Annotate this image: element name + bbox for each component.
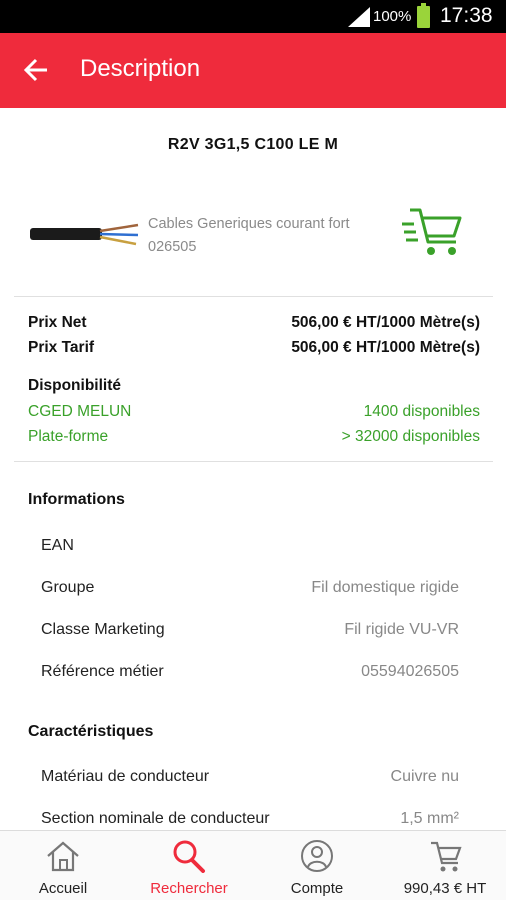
info-label: Groupe bbox=[41, 579, 95, 596]
battery-icon bbox=[417, 3, 430, 28]
signal-icon bbox=[348, 7, 370, 27]
carac-label: Matériau de conducteur bbox=[41, 768, 210, 785]
page-title: Description bbox=[80, 55, 201, 82]
account-icon bbox=[301, 840, 333, 872]
informations-title: Informations bbox=[28, 491, 125, 508]
cart-add-icon[interactable] bbox=[402, 206, 464, 258]
price-net-value: 506,00 € HT/1000 Mètre(s) bbox=[291, 314, 480, 331]
battery-percentage: 100% bbox=[373, 8, 412, 25]
info-label: EAN bbox=[41, 537, 74, 554]
product-category: Cables Generiques courant fort bbox=[148, 216, 350, 232]
arrow-back-icon[interactable] bbox=[22, 55, 52, 85]
nav-item-rechercher[interactable]: Rechercher bbox=[134, 831, 244, 901]
carac-label: Section nominale de conducteur bbox=[41, 810, 270, 827]
product-code: 026505 bbox=[148, 239, 197, 255]
status-bar: 100% 17:38 bbox=[0, 0, 506, 33]
carac-value: 1,5 mm² bbox=[400, 810, 459, 827]
divider bbox=[14, 461, 493, 462]
nav-item-accueil[interactable]: Accueil bbox=[18, 831, 108, 901]
price-net-label: Prix Net bbox=[28, 314, 87, 331]
app-bar: Description bbox=[0, 33, 506, 108]
product-reference: R2V 3G1,5 C100 LE M bbox=[167, 136, 339, 153]
info-value: Fil domestique rigide bbox=[311, 579, 459, 596]
availability-title-text: Disponibilité bbox=[28, 377, 121, 394]
nav-item-panier[interactable]: 990,43 € HT bbox=[392, 831, 498, 901]
bottom-nav: Accueil Rechercher Compte 990,43 € HT bbox=[0, 830, 506, 900]
info-label: Classe Marketing bbox=[41, 621, 165, 638]
home-icon bbox=[47, 841, 79, 872]
availability-location: CGED MELUN bbox=[28, 403, 132, 420]
nav-label: Compte bbox=[290, 880, 344, 897]
nav-label: Accueil bbox=[38, 880, 88, 897]
nav-item-compte[interactable]: Compte bbox=[272, 831, 362, 901]
availability-value: 1400 disponibles bbox=[363, 403, 480, 420]
nav-label: Rechercher bbox=[150, 880, 228, 897]
clock: 17:38 bbox=[440, 4, 493, 27]
info-value: 05594026505 bbox=[361, 663, 459, 680]
info-label: Référence métier bbox=[41, 663, 164, 680]
info-value: Fil rigide VU-VR bbox=[344, 621, 459, 638]
price-tarif-value: 506,00 € HT/1000 Mètre(s) bbox=[291, 339, 480, 356]
price-tarif-label: Prix Tarif bbox=[28, 339, 95, 356]
carac-value: Cuivre nu bbox=[390, 768, 459, 785]
nav-label: 990,43 € HT bbox=[403, 880, 487, 897]
caracteristiques-title: Caractéristiques bbox=[28, 723, 154, 740]
availability-value: > 32000 disponibles bbox=[341, 428, 480, 445]
divider bbox=[14, 296, 493, 297]
cart-icon bbox=[431, 841, 462, 872]
search-icon bbox=[173, 840, 205, 873]
availability-location: Plate-forme bbox=[28, 428, 109, 445]
product-image bbox=[30, 223, 139, 246]
